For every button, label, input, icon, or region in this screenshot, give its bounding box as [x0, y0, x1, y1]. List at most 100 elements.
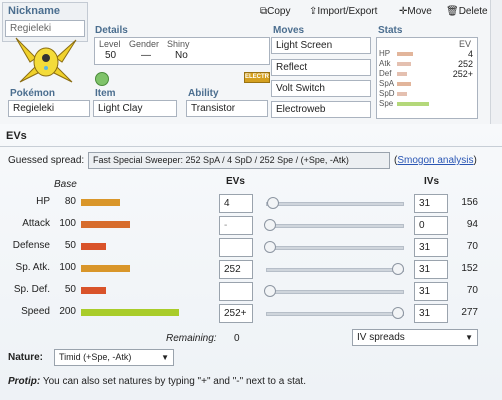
mini-ev-spa: 252	[457, 59, 473, 69]
pokemon-sprite	[15, 37, 77, 83]
base-stat-hp: 80	[64, 196, 76, 207]
moves-title: Moves	[273, 25, 305, 36]
ev-input-sp-atk[interactable]: 252	[219, 260, 253, 279]
pokemon-input[interactable]: Regieleki	[8, 100, 90, 117]
stat-label-hp: HP	[36, 196, 50, 207]
import-export-label: Import/Export	[317, 6, 378, 17]
ev-input-hp[interactable]: 4	[219, 194, 253, 213]
stats-title: Stats	[378, 25, 403, 36]
protip-label: Protip:	[8, 376, 41, 387]
guessed-spread-button[interactable]: Fast Special Sweeper: 252 SpA / 4 SpD / …	[88, 152, 390, 169]
copy-button[interactable]: ⧉Copy	[260, 6, 291, 17]
mini-bar-spd	[397, 92, 407, 96]
base-stat-sp-atk: 100	[59, 262, 76, 273]
stat-total-defense: 70	[466, 241, 478, 252]
stats-ev-header: EV	[459, 39, 472, 49]
iv-spreads-value: IV spreads	[357, 332, 405, 343]
nature-select[interactable]: Timid (+Spe, -Atk) ▼	[54, 349, 174, 366]
remaining-value: 0	[234, 333, 240, 344]
iv-input-hp[interactable]: 31	[414, 194, 448, 213]
ability-label: Ability	[188, 88, 219, 99]
move-1-input[interactable]: Light Screen	[271, 37, 371, 54]
delete-button[interactable]: 🗑Delete	[446, 6, 488, 17]
ev-input-defense[interactable]	[219, 238, 253, 257]
mini-ev-spe: 252+	[452, 69, 473, 79]
ev-slider-track-defense[interactable]	[266, 246, 404, 250]
ev-slider-track-attack[interactable]	[266, 224, 404, 228]
stat-label-defense: Defense	[12, 240, 50, 251]
ivs-column-header: IVs	[424, 176, 440, 187]
mini-label-spa: SpA	[379, 79, 395, 88]
move-4-input[interactable]: Electroweb	[271, 101, 371, 118]
mini-label-def: Def	[379, 69, 392, 78]
smogon-analysis-link[interactable]: (Smogon analysis)	[394, 155, 477, 166]
copy-label: Copy	[267, 6, 291, 17]
delete-label: Delete	[458, 6, 488, 17]
base-stat-bar-sp-atk	[81, 265, 130, 272]
base-stat-attack: 100	[59, 218, 76, 229]
stats-mini-box[interactable]: EV HP Atk Def SpA SpD Spe 4 252 252+	[376, 37, 478, 119]
base-stat-bar-sp-def	[81, 287, 106, 294]
set-summary-card: Nickname Regieleki ⧉Copy ⇪Import/Export …	[0, 0, 502, 125]
item-label: Item	[95, 88, 116, 99]
ev-input-attack[interactable]: -	[219, 216, 253, 235]
nature-label: Nature:	[8, 352, 44, 363]
base-stat-bar-attack	[81, 221, 130, 228]
stat-label-attack: Attack	[22, 218, 50, 229]
base-stat-speed: 200	[59, 306, 76, 317]
ev-slider-handle-hp[interactable]	[267, 197, 279, 209]
iv-input-defense[interactable]: 31	[414, 238, 448, 257]
ev-slider-track-hp[interactable]	[266, 202, 404, 206]
iv-input-sp-def[interactable]: 31	[414, 282, 448, 301]
gender-value: —	[141, 50, 151, 61]
evs-column-header: EVs	[226, 176, 245, 187]
details-box[interactable]: Level 50 Gender — Shiny No	[94, 37, 270, 65]
move-3-input[interactable]: Volt Switch	[271, 80, 371, 97]
ev-slider-track-sp-def[interactable]	[266, 290, 404, 294]
level-label: Level	[99, 39, 121, 49]
iv-input-sp-atk[interactable]: 31	[414, 260, 448, 279]
stat-label-sp-atk: Sp. Atk.	[15, 262, 50, 273]
ev-input-sp-def[interactable]	[219, 282, 253, 301]
stats-mini-labels: HP Atk Def SpA SpD Spe	[379, 49, 395, 109]
base-stat-bar-defense	[81, 243, 106, 250]
ev-slider-handle-sp-def[interactable]	[264, 285, 276, 297]
ev-input-speed[interactable]: 252+	[219, 304, 253, 323]
smogon-link-text[interactable]: Smogon analysis	[397, 155, 473, 166]
iv-input-speed[interactable]: 31	[414, 304, 448, 323]
mini-bar-atk	[397, 62, 411, 66]
stat-total-hp: 156	[461, 197, 478, 208]
ev-panel-title: EVs	[6, 130, 27, 142]
scrollbar[interactable]	[490, 0, 502, 124]
ev-slider-handle-attack[interactable]	[264, 219, 276, 231]
type-badge: ELECTR	[244, 72, 270, 83]
mini-label-atk: Atk	[379, 59, 391, 68]
ev-panel: EVs Guessed spread: Fast Special Sweeper…	[0, 124, 502, 400]
item-input[interactable]: Light Clay	[93, 100, 177, 117]
shiny-label: Shiny	[167, 39, 190, 49]
ability-input[interactable]: Transistor	[186, 100, 268, 117]
import-export-button[interactable]: ⇪Import/Export	[309, 6, 377, 17]
trash-icon: 🗑	[446, 6, 459, 17]
shiny-value: No	[175, 50, 188, 61]
item-icon	[95, 72, 109, 86]
move-2-input[interactable]: Reflect	[271, 59, 371, 76]
iv-spreads-select[interactable]: IV spreads ▼	[352, 329, 478, 346]
ev-slider-track-sp-atk[interactable]	[266, 268, 404, 272]
ev-slider-handle-speed[interactable]	[392, 307, 404, 319]
chevron-down-icon: ▼	[465, 333, 473, 342]
stats-mini-evs: 4 252 252+	[453, 49, 473, 79]
iv-input-attack[interactable]: 0	[414, 216, 448, 235]
ev-slider-handle-sp-atk[interactable]	[392, 263, 404, 275]
move-button[interactable]: ✛Move	[399, 6, 432, 17]
nickname-input[interactable]: Regieleki	[5, 20, 85, 37]
chevron-down-icon: ▼	[161, 353, 169, 362]
nature-value: Timid (+Spe, -Atk)	[59, 352, 132, 362]
ev-slider-track-speed[interactable]	[266, 312, 404, 316]
ev-slider-handle-defense[interactable]	[264, 241, 276, 253]
protip-text: You can also set natures by typing "+" a…	[42, 376, 306, 387]
mini-ev-hp: 4	[467, 49, 473, 59]
base-stat-defense: 50	[64, 240, 76, 251]
stat-total-attack: 94	[466, 219, 478, 230]
mini-bar-def	[397, 72, 407, 76]
